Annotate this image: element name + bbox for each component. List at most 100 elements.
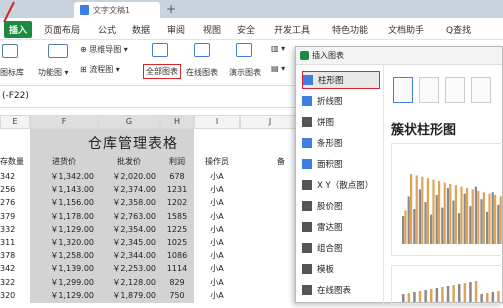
table-cell[interactable]: 1086 [160,249,194,263]
table-cell[interactable]: ￥1,178.00 [30,210,98,224]
chart-type-item[interactable]: 股价图 [302,197,380,215]
table-cell[interactable]: 1231 [160,183,194,197]
table-cell[interactable]: ￥2,354.00 [98,223,160,237]
table-cell[interactable]: 332 [0,223,30,237]
chart-dropdown-2[interactable]: ▤ ▾ [271,64,285,73]
table-cell[interactable]: ￥1,299.00 [30,276,98,290]
table-cell[interactable]: ￥1,143.00 [30,183,98,197]
table-cell[interactable]: ￥1,139.00 [30,262,98,276]
table-cell[interactable]: ￥2,345.00 [98,236,160,250]
chart-type-item[interactable]: X Y（散点图） [302,176,380,194]
header-cell[interactable]: 存数量 [0,155,30,169]
chart-type-item[interactable]: 在线图表 [302,281,380,299]
table-cell[interactable]: ￥2,358.00 [98,196,160,210]
table-cell[interactable]: 小A [194,276,240,290]
table-cell[interactable]: ￥2,763.00 [98,210,160,224]
table-cell[interactable]: 小A [194,262,240,276]
menu-dev-tools[interactable]: 开发工具 [274,23,310,36]
menu-search[interactable]: Q查找 [446,23,471,36]
table-cell[interactable]: ￥1,129.00 [30,223,98,237]
table-cell[interactable]: 256 [0,183,30,197]
preview-chart[interactable] [391,143,503,256]
column-header[interactable]: J [240,115,300,129]
chart-type-item[interactable]: 折线图 [302,92,380,110]
table-cell[interactable]: 320 [0,289,30,303]
table-cell[interactable]: ￥2,374.00 [98,183,160,197]
formula-bar[interactable]: (-F22) [0,86,300,108]
chart-subtype-thumb[interactable] [393,77,413,103]
table-cell[interactable]: 小A [194,249,240,263]
header-cell[interactable]: 备 [266,155,296,169]
table-cell[interactable]: 342 [0,170,30,184]
table-cell[interactable]: 小A [194,170,240,184]
header-cell[interactable]: 批发价 [98,155,160,169]
table-cell[interactable]: 379 [0,210,30,224]
table-cell[interactable]: ￥2,020.00 [98,170,160,184]
table-cell[interactable]: ￥2,128.00 [98,276,160,290]
table-cell[interactable]: 678 [160,170,194,184]
header-cell[interactable]: 利润 [160,155,194,169]
column-header[interactable]: I [194,115,240,129]
table-cell[interactable]: 829 [160,276,194,290]
table-cell[interactable]: 322 [0,276,30,290]
flowchart-button[interactable]: ⊞ 流程图 ▾ [80,64,120,75]
menu-page-layout[interactable]: 页面布局 [44,23,80,36]
preview-chart-secondary[interactable] [391,265,503,304]
plus-icon[interactable]: + [166,2,176,16]
table-cell[interactable]: 小A [194,289,240,303]
table-cell[interactable]: ￥1,129.00 [30,289,98,303]
table-cell[interactable]: ￥2,253.00 [98,262,160,276]
table-cell[interactable]: ￥1,258.00 [30,249,98,263]
table-cell[interactable]: 1114 [160,262,194,276]
table-cell[interactable]: 342 [0,262,30,276]
table-cell[interactable]: 小A [194,210,240,224]
table-cell[interactable]: ￥1,342.00 [30,170,98,184]
table-cell[interactable]: ￥1,879.00 [98,289,160,303]
icon-library-button[interactable]: 图标库 [0,67,24,78]
table-cell[interactable]: ￥1,156.00 [30,196,98,210]
menu-security[interactable]: 安全 [237,23,255,36]
chart-subtype-thumb[interactable] [445,77,465,103]
table-cell[interactable]: 1202 [160,196,194,210]
table-cell[interactable]: 1585 [160,210,194,224]
all-charts-button[interactable]: 全部图表 [143,64,181,79]
chart-subtype-thumb[interactable] [419,77,439,103]
table-cell[interactable]: 276 [0,196,30,210]
column-header[interactable]: E [0,115,30,129]
menu-data[interactable]: 数据 [132,23,150,36]
menu-view[interactable]: 视图 [203,23,221,36]
menu-special[interactable]: 特色功能 [332,23,368,36]
chart-type-item[interactable]: 模板 [302,260,380,278]
table-cell[interactable]: ￥2,344.00 [98,249,160,263]
menu-review[interactable]: 审阅 [167,23,185,36]
table-cell[interactable]: 378 [0,249,30,263]
menu-doc-helper[interactable]: 文档助手 [388,23,424,36]
table-cell[interactable]: 750 [160,289,194,303]
chart-subtype-thumb[interactable] [471,77,491,103]
chart-type-item[interactable]: 组合图 [302,239,380,257]
function-chart-button[interactable]: 功能图 ▾ [38,67,69,78]
table-cell[interactable]: 1025 [160,236,194,250]
menu-formula[interactable]: 公式 [98,23,116,36]
chart-type-item[interactable]: 条形图 [302,134,380,152]
table-cell[interactable]: 小A [194,236,240,250]
column-header[interactable]: F [30,115,98,129]
document-tab[interactable]: 文字文稿1 [74,2,160,18]
chart-type-item[interactable]: 饼图 [302,113,380,131]
online-chart-button[interactable]: 在线图表 [186,67,218,78]
table-cell[interactable]: 小A [194,183,240,197]
table-cell[interactable]: 小A [194,223,240,237]
table-cell[interactable]: 小A [194,196,240,210]
mindmap-button[interactable]: ⊕ 思维导图 ▾ [80,44,128,55]
header-cell[interactable]: 进货价 [30,155,98,169]
chart-dropdown[interactable]: ▥ ▾ [271,44,285,53]
table-cell[interactable]: ￥1,320.00 [30,236,98,250]
header-cell[interactable]: 操作员 [194,155,240,169]
chart-type-item[interactable]: 面积图 [302,155,380,173]
column-header[interactable]: G [98,115,160,129]
column-header[interactable]: H [160,115,194,129]
table-cell[interactable]: 311 [0,236,30,250]
chart-type-item[interactable]: 雷达图 [302,218,380,236]
table-cell[interactable]: 1225 [160,223,194,237]
menu-insert[interactable]: 插入 [4,21,33,38]
